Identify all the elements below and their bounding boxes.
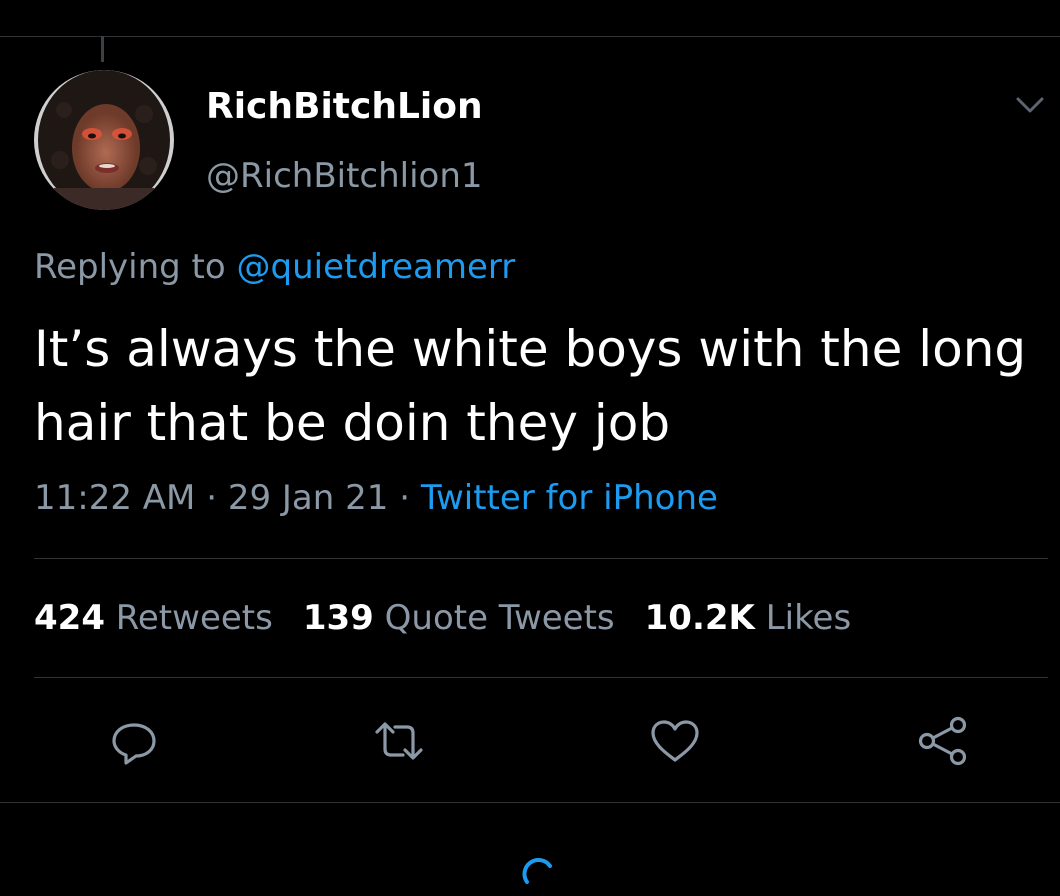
spinner-icon: [519, 852, 559, 892]
engagement-stats: 424 Retweets 139 Quote Tweets 10.2K Likes: [34, 598, 851, 638]
likes-stat[interactable]: 10.2K Likes: [645, 598, 852, 638]
tweet-meta: 11:22 AM · 29 Jan 21 · Twitter for iPhon…: [34, 478, 718, 518]
top-divider: [0, 36, 1060, 37]
user-handle[interactable]: @RichBitchlion1: [206, 156, 483, 196]
quote-tweets-stat[interactable]: 139 Quote Tweets: [303, 598, 615, 638]
meta-dot: ·: [399, 478, 411, 518]
divider: [0, 802, 1060, 803]
retweets-count: 424: [34, 598, 105, 638]
divider: [34, 677, 1048, 678]
replying-prefix: Replying to: [34, 247, 226, 287]
profile-photo: [34, 70, 174, 210]
replying-to-link[interactable]: @quietdreamerr: [237, 247, 516, 287]
retweets-label: Retweets: [115, 598, 273, 638]
share-icon[interactable]: [914, 713, 970, 769]
retweet-icon[interactable]: [371, 713, 427, 769]
thread-connector-line: [101, 36, 104, 62]
chevron-down-icon[interactable]: [1010, 90, 1050, 120]
tweet-date[interactable]: 29 Jan 21: [228, 478, 389, 518]
meta-dot: ·: [206, 478, 218, 518]
heart-icon[interactable]: [647, 713, 703, 769]
quote-tweets-label: Quote Tweets: [384, 598, 615, 638]
retweets-stat[interactable]: 424 Retweets: [34, 598, 273, 638]
avatar[interactable]: [34, 70, 174, 210]
quote-tweets-count: 139: [302, 598, 374, 638]
divider: [34, 558, 1048, 559]
reply-icon[interactable]: [106, 713, 162, 769]
likes-label: Likes: [765, 598, 852, 638]
tweet-source-link[interactable]: Twitter for iPhone: [421, 478, 718, 518]
likes-count: 10.2K: [644, 598, 755, 638]
tweet-text: It’s always the white boys with the long…: [34, 320, 1027, 452]
replying-to-line: Replying to @quietdreamerr: [34, 247, 515, 287]
display-name[interactable]: RichBitchLion: [206, 86, 483, 127]
tweet-time[interactable]: 11:22 AM: [34, 478, 195, 518]
